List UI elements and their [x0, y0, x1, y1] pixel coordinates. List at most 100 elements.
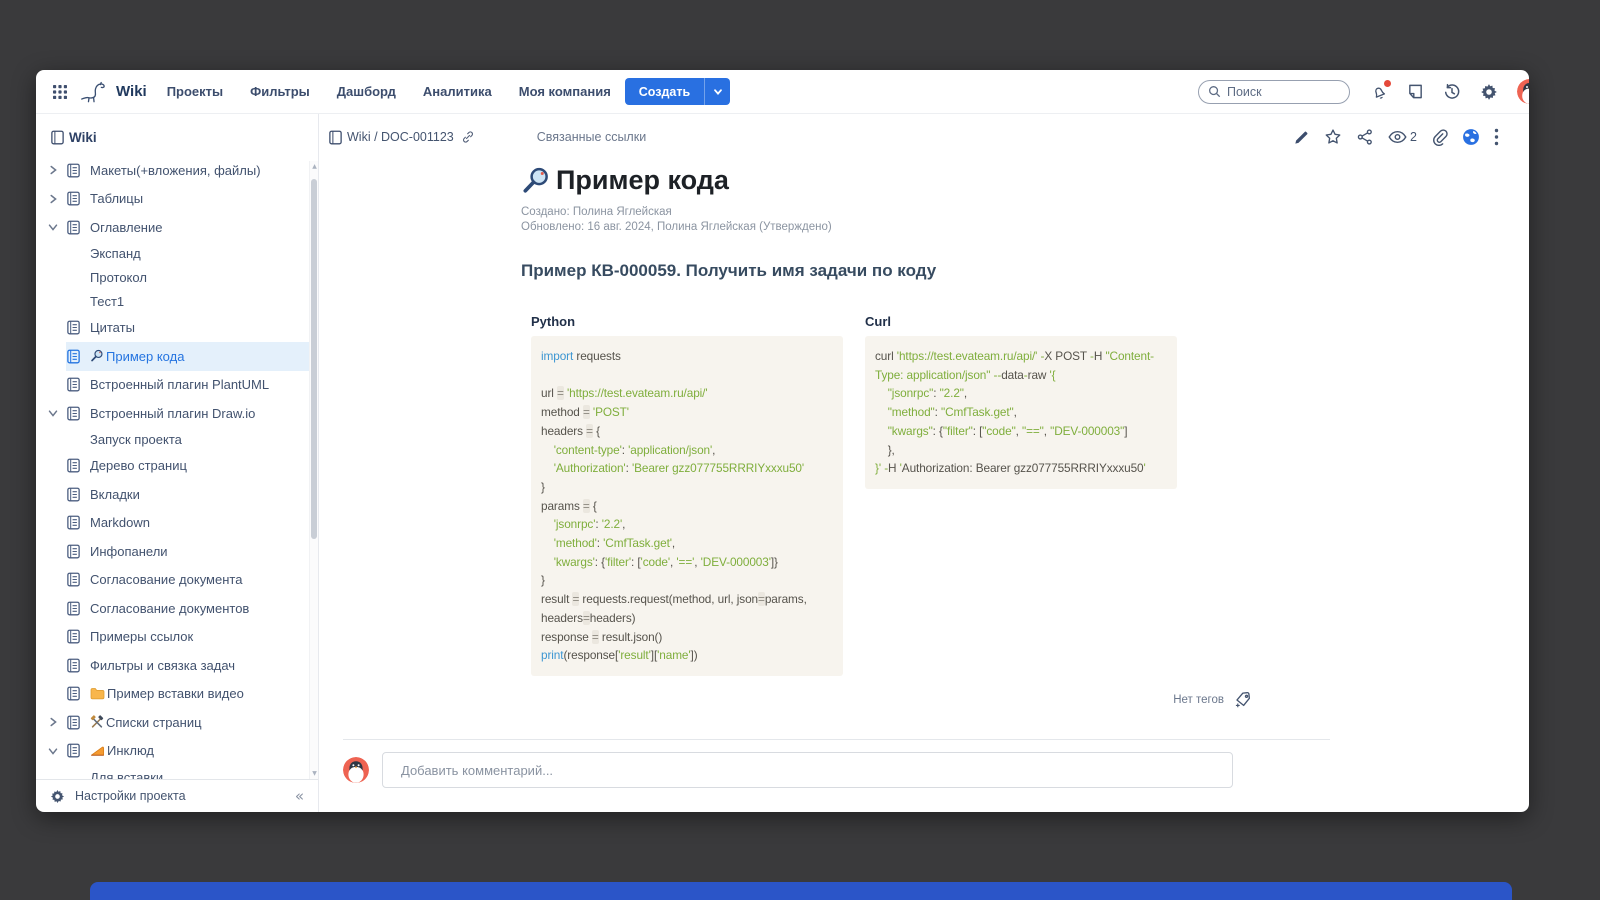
document-heading: Пример КВ-000059. Получить имя задачи по… — [521, 261, 1330, 281]
chevron-down-icon[interactable] — [48, 408, 66, 418]
edit-pencil-icon[interactable] — [1293, 129, 1310, 146]
create-button[interactable]: Создать — [625, 78, 730, 105]
scroll-up-icon[interactable]: ▲ — [310, 163, 319, 170]
document-icon — [66, 715, 90, 730]
sidebar-item[interactable]: Согласование документа — [36, 566, 318, 595]
sidebar-item[interactable]: Протокол — [36, 266, 318, 290]
navbar-icons — [1370, 79, 1529, 104]
sidebar-item[interactable]: Markdown — [36, 509, 318, 538]
collapse-sidebar-button[interactable]: « — [295, 787, 304, 805]
sidebar-item[interactable]: Инфопанели — [36, 537, 318, 566]
sidebar-item[interactable]: Примеры ссылок — [36, 623, 318, 652]
sidebar-item-label: Инфопанели — [90, 544, 168, 559]
sidebar-item[interactable]: Тест1 — [36, 290, 318, 314]
project-settings-gear-icon[interactable] — [50, 789, 65, 804]
comment-input[interactable] — [382, 752, 1233, 788]
create-button-label[interactable]: Создать — [625, 78, 704, 105]
related-links-tab[interactable]: Связанные ссылки — [537, 130, 646, 144]
meta-created: Создано: Полина Яглейская — [521, 205, 1330, 220]
code-block[interactable]: import requests url = 'https://test.evat… — [531, 336, 843, 676]
sidebar-item-label: Тест1 — [90, 294, 124, 309]
search-input[interactable] — [1227, 85, 1340, 99]
document-icon — [66, 191, 90, 206]
chevron-down-icon[interactable] — [48, 746, 66, 756]
breadcrumb[interactable]: Wiki / DOC-001123 — [328, 130, 475, 145]
sidebar-item[interactable]: Оглавление — [36, 213, 318, 242]
code-block[interactable]: curl 'https://test.evateam.ru/api/' -X P… — [865, 336, 1177, 489]
comment-section — [343, 739, 1330, 788]
document-icon — [66, 163, 90, 178]
document: Пример кода Создано: Полина Яглейская Об… — [521, 154, 1330, 709]
sidebar-item[interactable]: Пример кода — [66, 342, 318, 371]
nav-item[interactable]: Аналитика — [423, 84, 492, 99]
sidebar-item[interactable]: Встроенный плагин Draw.io — [36, 399, 318, 428]
more-actions-kebab-icon[interactable] — [1494, 128, 1499, 146]
apps-grid-icon[interactable] — [50, 82, 70, 102]
nav-item[interactable]: Моя компания — [519, 84, 611, 99]
create-dropdown-chevron-icon[interactable] — [704, 78, 730, 105]
meta-updated: Обновлено: 16 авг. 2024, Полина Яглейска… — [521, 220, 1330, 235]
chevron-right-icon[interactable] — [48, 717, 66, 727]
sidebar-item-label: Пример кода — [106, 349, 184, 364]
sidebar-item[interactable]: Списки страниц — [36, 708, 318, 737]
sidebar-item[interactable]: Экспанд — [36, 242, 318, 266]
favorite-star-icon[interactable] — [1324, 128, 1342, 146]
sidebar-item-label: Примеры ссылок — [90, 629, 193, 644]
document-icon — [66, 629, 90, 644]
project-settings-label[interactable]: Настройки проекта — [75, 789, 186, 803]
nav-item[interactable]: Дашборд — [337, 84, 396, 99]
breadcrumb-text[interactable]: Wiki / DOC-001123 — [347, 130, 454, 144]
document-icon — [66, 406, 90, 421]
chevron-down-icon[interactable] — [48, 222, 66, 232]
sidebar-item[interactable]: Пример вставки видео — [36, 680, 318, 709]
document-icon — [66, 487, 90, 502]
comment-avatar — [343, 757, 369, 783]
sidebar-item[interactable]: Встроенный плагин PlantUML — [36, 371, 318, 400]
public-globe-icon[interactable] — [1462, 128, 1480, 146]
sidebar-item[interactable]: Вкладки — [36, 480, 318, 509]
search-icon — [1208, 85, 1221, 98]
main-menu: Проекты Фильтры Дашборд Аналитика Моя компан… — [167, 84, 611, 99]
scrollbar-thumb[interactable] — [311, 179, 317, 539]
sidebar-item-label: Цитаты — [90, 320, 135, 335]
sidebar-scrollbar[interactable]: ▲ ▼ — [309, 161, 318, 779]
sidebar-item[interactable]: Запуск проекта — [36, 428, 318, 452]
document-icon — [66, 515, 90, 530]
settings-gear-icon[interactable] — [1480, 83, 1498, 101]
attachment-paperclip-icon[interactable] — [1431, 129, 1448, 146]
sidebar-item-label: Согласование документов — [90, 601, 249, 616]
sidebar-item[interactable]: Цитаты — [36, 314, 318, 343]
chevron-right-icon[interactable] — [48, 194, 66, 204]
user-avatar[interactable] — [1517, 79, 1529, 104]
sidebar-item[interactable]: Фильтры и связка задач — [36, 651, 318, 680]
history-icon[interactable] — [1443, 83, 1461, 101]
sidebar-item[interactable]: Согласование документов — [36, 594, 318, 623]
copy-link-icon[interactable] — [461, 130, 475, 144]
sidebar-item[interactable]: Дерево страниц — [36, 452, 318, 481]
sidebar-item[interactable]: Макеты(+вложения, файлы) — [36, 156, 318, 185]
sidebar-item[interactable]: Таблицы — [36, 185, 318, 214]
document-meta: Создано: Полина Яглейская Обновлено: 16 … — [521, 205, 1330, 234]
share-icon[interactable] — [1356, 128, 1374, 146]
eye-icon — [1388, 130, 1407, 144]
document-icon — [66, 658, 90, 673]
nav-item[interactable]: Фильтры — [250, 84, 310, 99]
views-counter[interactable]: 2 — [1388, 130, 1417, 144]
scroll-down-icon[interactable]: ▼ — [310, 770, 319, 777]
search-box[interactable] — [1198, 80, 1350, 104]
nav-item[interactable]: Проекты — [167, 84, 223, 99]
document-icon — [66, 572, 90, 587]
sidebar-item-label: Макеты(+вложения, файлы) — [90, 163, 261, 178]
add-tag-icon[interactable] — [1233, 691, 1253, 709]
notifications-bell-icon[interactable] — [1370, 83, 1388, 101]
code-column-label: Curl — [865, 314, 1177, 329]
notes-icon[interactable] — [1407, 83, 1424, 100]
sidebar-item[interactable]: Инклюд — [36, 737, 318, 766]
document-icon — [66, 686, 90, 701]
sidebar-item[interactable]: Для вставки — [36, 765, 318, 779]
sidebar-item-label: Протокол — [90, 270, 147, 285]
chevron-right-icon[interactable] — [48, 165, 66, 175]
sidebar-item-label: Дерево страниц — [90, 458, 187, 473]
brand-title[interactable]: Wiki — [116, 83, 147, 100]
document-icon — [66, 601, 90, 616]
